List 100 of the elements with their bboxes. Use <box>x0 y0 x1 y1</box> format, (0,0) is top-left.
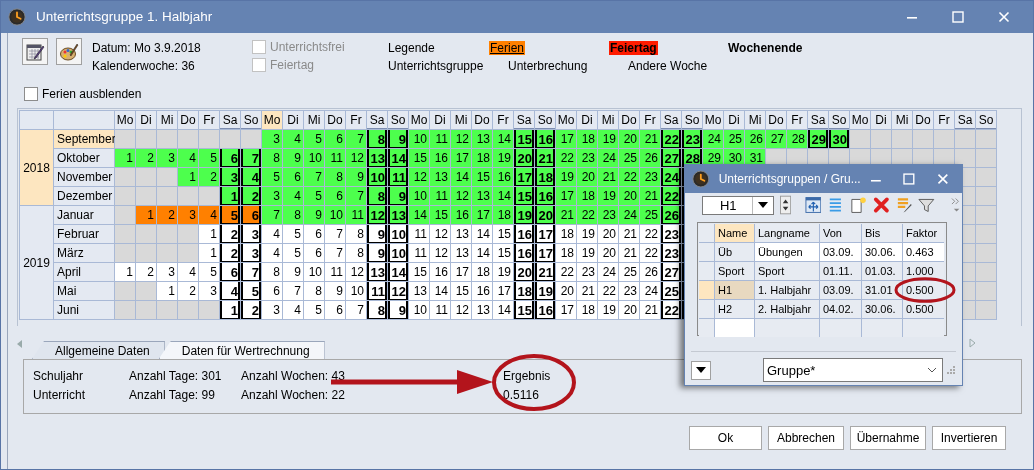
month-cell[interactable]: Januar <box>54 206 114 224</box>
scroll-left-icon[interactable] <box>15 339 23 349</box>
close-icon[interactable] <box>998 10 1010 23</box>
weekday-header: Di <box>577 111 597 129</box>
column-header[interactable]: Name <box>715 224 754 242</box>
day-cell: 5 <box>241 282 261 300</box>
day-cell: 16 <box>430 263 450 281</box>
tab[interactable]: Daten für Wertrechnung <box>158 341 325 359</box>
result-label: Ergebnis <box>503 369 551 385</box>
spinner-icon[interactable] <box>779 195 791 215</box>
table-cell <box>820 319 861 337</box>
day-cell: 23 <box>598 206 618 224</box>
day-cell: 5 <box>283 225 303 243</box>
day-cell: 1 <box>199 244 219 262</box>
legend-item: Unterrichtsgruppe <box>387 59 485 73</box>
new-document-icon[interactable] <box>850 196 867 214</box>
day-cell: 28 <box>787 130 807 148</box>
days-count: Anzahl Tage: 301 <box>129 369 222 385</box>
month-cell[interactable]: Mai <box>54 282 114 300</box>
column-header[interactable]: Von <box>820 224 861 242</box>
month-cell[interactable]: März <box>54 244 114 262</box>
day-cell: 25 <box>619 149 639 167</box>
clock-icon <box>692 170 710 188</box>
weekday-header: Di <box>136 111 156 129</box>
weekday-header: Mo <box>556 111 576 129</box>
day-cell: 22 <box>577 206 597 224</box>
legend-item: Ferien <box>489 41 525 55</box>
day-cell: 5 <box>262 168 282 186</box>
table-cell: Sport <box>715 262 754 280</box>
corner-cell <box>54 111 114 129</box>
day-cell: 3 <box>157 263 177 281</box>
delete-icon[interactable] <box>872 196 890 214</box>
table-cell: 04.02. <box>820 300 861 318</box>
day-cell: 11 <box>430 301 450 319</box>
weekday-header: Mi <box>745 111 765 129</box>
day-cell: 6 <box>220 263 240 281</box>
day-cell: 26 <box>745 130 765 148</box>
month-cell[interactable]: Oktober <box>54 149 114 167</box>
weekday-header: So <box>829 111 849 129</box>
dropdown-button[interactable] <box>691 360 711 380</box>
day-cell: 14 <box>493 187 513 205</box>
dialog-button[interactable]: Invertieren <box>932 426 1006 450</box>
day-cell: 27 <box>766 130 786 148</box>
move-icon[interactable] <box>804 196 822 214</box>
column-header[interactable]: Langname <box>755 224 819 242</box>
edit-list-icon[interactable] <box>895 196 913 214</box>
day-cell: 6 <box>241 206 261 224</box>
dialog-button[interactable]: Übernahme <box>850 426 926 450</box>
table-cell: 1. Halbjahr <box>755 281 819 299</box>
day-cell: 18 <box>535 168 555 186</box>
checkbox[interactable] <box>24 87 38 101</box>
day-cell: 8 <box>262 263 282 281</box>
day-cell: 21 <box>535 149 555 167</box>
weekday-header: Sa <box>367 111 387 129</box>
table-cell: Übungen <box>755 243 819 261</box>
day-cell: 21 <box>598 168 618 186</box>
month-cell[interactable]: Dezember <box>54 187 114 205</box>
maximize-icon[interactable] <box>903 173 916 185</box>
month-cell[interactable]: April <box>54 263 114 281</box>
month-cell[interactable]: Februar <box>54 225 114 243</box>
weekday-header: So <box>535 111 555 129</box>
day-cell: 16 <box>472 282 492 300</box>
day-cell: 3 <box>262 301 282 319</box>
day-cell: 6 <box>283 168 303 186</box>
table-cell: 01.03. <box>862 262 902 280</box>
group-selector[interactable]: H1 <box>702 195 774 215</box>
day-cell: 9 <box>283 149 303 167</box>
calendar-edit-button[interactable] <box>22 38 48 65</box>
weekday-header: Do <box>472 111 492 129</box>
table-cell: 30.06. <box>862 300 902 318</box>
dialog-button[interactable]: Abbrechen <box>768 426 844 450</box>
day-cell: 26 <box>640 149 660 167</box>
maximize-icon[interactable] <box>952 10 964 23</box>
day-cell: 21 <box>535 263 555 281</box>
day-cell: 16 <box>535 301 555 319</box>
month-cell[interactable]: November <box>54 168 114 186</box>
resize-grip-icon[interactable] <box>947 366 955 374</box>
day-cell: 24 <box>661 168 681 186</box>
table-cell: 03.09. <box>820 281 861 299</box>
dialog-button[interactable]: Ok <box>689 426 762 450</box>
day-cell: 16 <box>430 149 450 167</box>
day-cell: 18 <box>514 282 534 300</box>
palette-button[interactable] <box>56 38 82 65</box>
filter-icon[interactable] <box>918 196 935 214</box>
day-cell: 8 <box>304 282 324 300</box>
legend-title: Legende <box>387 41 436 55</box>
day-cell: 8 <box>367 130 387 148</box>
tab[interactable]: Allgemeine Daten <box>32 341 165 359</box>
column-header[interactable]: Faktor <box>903 224 944 242</box>
weekday-header: Fr <box>640 111 660 129</box>
column-header[interactable]: Bis <box>862 224 902 242</box>
day-cell: 13 <box>430 168 450 186</box>
info-text: Kalenderwoche: 36 <box>92 59 196 73</box>
window-title: Unterrichtsgruppen / Gru... <box>718 172 861 186</box>
highlight-ellipse <box>894 277 956 303</box>
filter-combo[interactable]: Gruppe* <box>763 358 943 382</box>
scroll-right-icon[interactable] <box>969 338 977 348</box>
close-icon[interactable] <box>937 173 949 185</box>
month-cell[interactable]: September <box>54 130 114 148</box>
month-cell[interactable]: Juni <box>54 301 114 319</box>
